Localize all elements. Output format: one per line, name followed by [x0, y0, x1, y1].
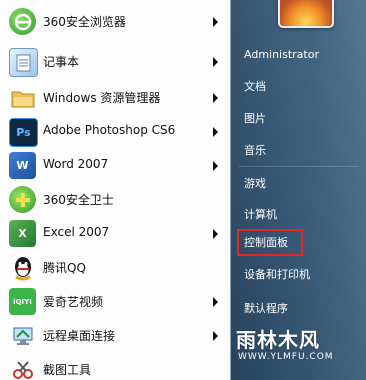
watermark-title: 雨林木风	[236, 328, 320, 352]
submenu-arrow-icon[interactable]	[213, 161, 218, 171]
devices-printers-link[interactable]: 设备和打印机	[236, 262, 360, 288]
submenu-arrow-icon[interactable]	[213, 297, 218, 307]
program-item-snipping-tool[interactable]: 截图工具	[3, 353, 227, 380]
computer-link[interactable]: 计算机	[236, 202, 360, 228]
submenu-arrow-icon[interactable]	[213, 331, 218, 341]
games-link[interactable]: 游戏	[236, 171, 360, 197]
divider	[239, 166, 359, 167]
default-programs-link[interactable]: 默认程序	[236, 296, 360, 322]
documents-link[interactable]: 文档	[236, 74, 360, 100]
program-label: Adobe Photoshop CS6	[43, 123, 176, 137]
word-icon: W	[9, 152, 36, 179]
program-item-notepad[interactable]: 记事本	[3, 45, 227, 79]
notepad-icon	[9, 48, 38, 77]
pictures-link[interactable]: 图片	[236, 106, 360, 132]
explorer-icon	[9, 84, 36, 111]
iqiyi-icon: iQIYI	[9, 288, 36, 315]
program-label: 360安全卫士	[43, 193, 114, 207]
program-item-360-safe[interactable]: 360安全卫士	[3, 183, 227, 217]
program-label: 远程桌面连接	[43, 329, 116, 343]
watermark-url: WWW.YLMFU.COM	[238, 352, 334, 362]
program-item-360-browser[interactable]: 360安全浏览器	[3, 5, 227, 39]
user-name-link[interactable]: Administrator	[236, 42, 360, 68]
submenu-arrow-icon[interactable]	[213, 93, 218, 103]
program-label: 腾讯QQ	[43, 261, 86, 275]
program-label: 爱奇艺视频	[43, 295, 104, 309]
excel-icon: X	[9, 220, 36, 247]
program-item-photoshop[interactable]: Ps Adobe Photoshop CS6	[3, 115, 227, 149]
program-item-word[interactable]: W Word 2007	[3, 149, 227, 183]
360-safe-icon	[9, 186, 36, 213]
remote-desktop-icon	[9, 322, 36, 349]
program-label: Excel 2007	[43, 225, 110, 239]
watermark: 雨林木风 WWW.YLMFU.COM	[236, 320, 366, 380]
highlight-box	[237, 229, 303, 256]
360-browser-icon	[9, 8, 36, 35]
qq-icon	[9, 254, 36, 281]
submenu-arrow-icon[interactable]	[213, 17, 218, 27]
program-label: Windows 资源管理器	[43, 91, 161, 105]
program-item-excel[interactable]: X Excel 2007	[3, 217, 227, 251]
program-item-explorer[interactable]: Windows 资源管理器	[3, 81, 227, 115]
program-item-qq[interactable]: 腾讯QQ	[3, 251, 227, 285]
music-link[interactable]: 音乐	[236, 138, 360, 164]
program-label: 记事本	[43, 55, 80, 69]
user-avatar[interactable]	[278, 0, 334, 28]
program-list: 360安全浏览器 记事本 Windows 资源管理器 Ps Adobe Phot…	[0, 0, 231, 380]
start-menu: 360安全浏览器 记事本 Windows 资源管理器 Ps Adobe Phot…	[0, 0, 366, 380]
submenu-arrow-icon[interactable]	[213, 229, 218, 239]
program-label: 360安全浏览器	[43, 15, 126, 29]
program-item-remote-desktop[interactable]: 远程桌面连接	[3, 319, 227, 353]
program-label: Word 2007	[43, 157, 109, 171]
snipping-tool-icon	[9, 356, 36, 380]
submenu-arrow-icon[interactable]	[213, 127, 218, 137]
photoshop-icon: Ps	[9, 118, 38, 147]
submenu-arrow-icon[interactable]	[213, 57, 218, 67]
program-item-iqiyi[interactable]: iQIYI 爱奇艺视频	[3, 285, 227, 319]
program-label: 截图工具	[43, 363, 92, 377]
